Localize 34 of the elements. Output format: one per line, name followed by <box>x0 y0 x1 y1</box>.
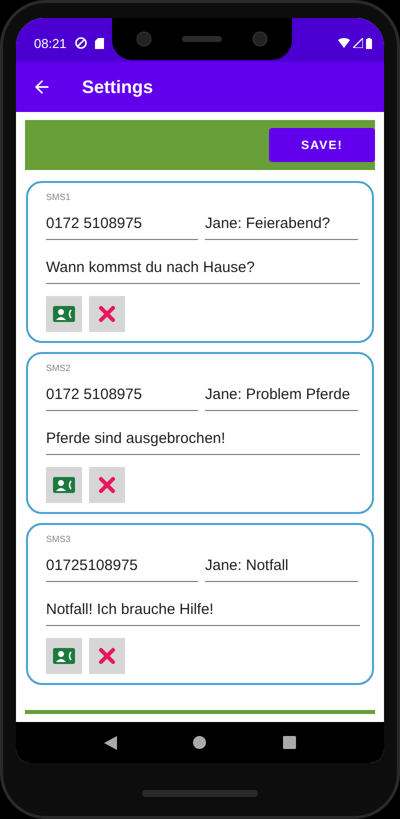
message-field[interactable]: Pferde sind ausgebrochen! <box>46 427 360 455</box>
delete-button[interactable] <box>89 638 125 674</box>
subject-field[interactable]: Jane: Problem Pferde <box>205 383 358 411</box>
contact-card-icon <box>53 648 75 664</box>
home-icon[interactable] <box>193 736 206 749</box>
delete-button[interactable] <box>89 467 125 503</box>
sd-card-icon <box>94 38 104 48</box>
phone-field[interactable]: 0172 5108975 <box>46 383 198 411</box>
wifi-icon <box>338 38 350 48</box>
contact-button[interactable] <box>46 296 82 332</box>
camera-icon <box>252 31 268 47</box>
contact-card-icon <box>53 477 75 493</box>
screen-title: Settings <box>82 76 154 98</box>
speaker-icon <box>182 36 222 42</box>
card-label: SMS3 <box>46 533 72 545</box>
card-label: SMS1 <box>46 191 72 203</box>
back-icon[interactable] <box>104 736 118 750</box>
phone-field[interactable]: 01725108975 <box>46 554 198 582</box>
battery-icon <box>366 38 372 48</box>
phone-field[interactable]: 0172 5108975 <box>46 212 198 240</box>
signal-icon <box>353 38 363 48</box>
subject-field[interactable]: Jane: Feierabend? <box>205 212 358 240</box>
contact-button[interactable] <box>46 638 82 674</box>
status-time: 08:21 <box>34 36 67 50</box>
contact-card-icon <box>53 306 75 322</box>
message-field[interactable]: Notfall! Ich brauche Hilfe! <box>46 598 360 626</box>
save-button[interactable]: SAVE! <box>269 128 375 162</box>
card-label: SMS2 <box>46 362 72 374</box>
subject-field[interactable]: Jane: Notfall <box>205 554 358 582</box>
recents-icon[interactable] <box>282 736 296 749</box>
message-field[interactable]: Wann kommst du nach Hause? <box>46 256 360 284</box>
camera-icon <box>136 31 152 47</box>
delete-button[interactable] <box>89 296 125 332</box>
contact-button[interactable] <box>46 467 82 503</box>
